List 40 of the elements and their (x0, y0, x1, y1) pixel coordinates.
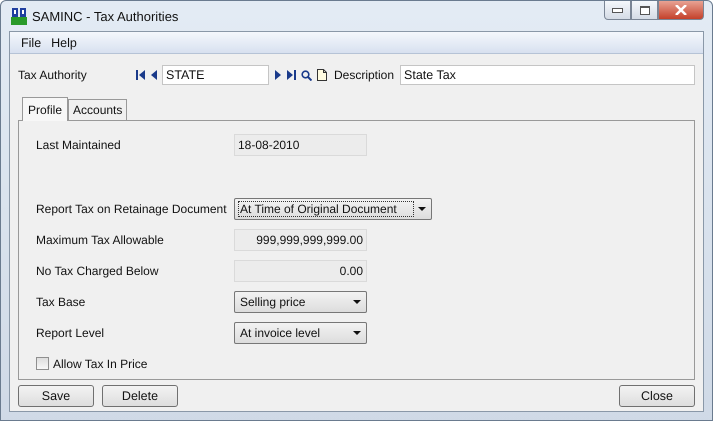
minimize-button[interactable] (604, 1, 631, 20)
next-record-icon[interactable] (275, 70, 281, 80)
last-record-icon[interactable] (286, 70, 296, 80)
menu-item[interactable]: Help (46, 36, 82, 50)
field-label: Maximum Tax Allowable (36, 232, 165, 246)
close-icon (675, 5, 687, 15)
checkbox-label: Allow Tax In Price (53, 356, 148, 370)
window-title: SAMINC - Tax Authorities (32, 8, 178, 24)
field-label: Tax Authority (18, 68, 88, 82)
tax-authority-field[interactable]: STATE (162, 65, 269, 85)
first-record-icon[interactable] (136, 70, 146, 80)
action-button[interactable]: Delete (102, 385, 178, 407)
field-label: Report Tax on Retainage Document (36, 202, 228, 216)
caret-icon (353, 330, 361, 334)
field-label: Last Maintained (36, 138, 122, 152)
field-label: Tax Base (36, 294, 86, 308)
previous-record-icon[interactable] (151, 70, 157, 80)
readonly-field: 999,999,999,999.00 (234, 228, 367, 250)
menu-item[interactable]: File (16, 36, 46, 50)
field-label: No Tax Charged Below (36, 264, 160, 278)
dropdown[interactable]: Selling price (234, 290, 367, 312)
field-label: Report Level (36, 326, 106, 340)
tab[interactable]: Profile (22, 97, 68, 121)
close-window-button[interactable]: Close (619, 385, 695, 407)
readonly-field: 0.00 (234, 260, 367, 282)
caret-icon (418, 206, 426, 210)
search-icon[interactable] (301, 70, 312, 80)
action-button[interactable]: Save (18, 385, 94, 407)
caret-icon (353, 300, 361, 304)
description-field[interactable]: State Tax (400, 65, 695, 85)
dropdown[interactable]: At invoice level (234, 322, 367, 344)
close-button[interactable] (658, 1, 704, 20)
readonly-field: 18-08-2010 (234, 134, 367, 156)
app-icon (11, 7, 27, 25)
tab[interactable]: Accounts (68, 99, 128, 120)
field-label: Description (334, 68, 394, 82)
dropdown[interactable]: At Time of Original Document (234, 198, 432, 220)
checkbox[interactable] (36, 357, 49, 370)
maximize-button[interactable] (631, 1, 658, 20)
new-document-icon[interactable] (317, 69, 327, 81)
